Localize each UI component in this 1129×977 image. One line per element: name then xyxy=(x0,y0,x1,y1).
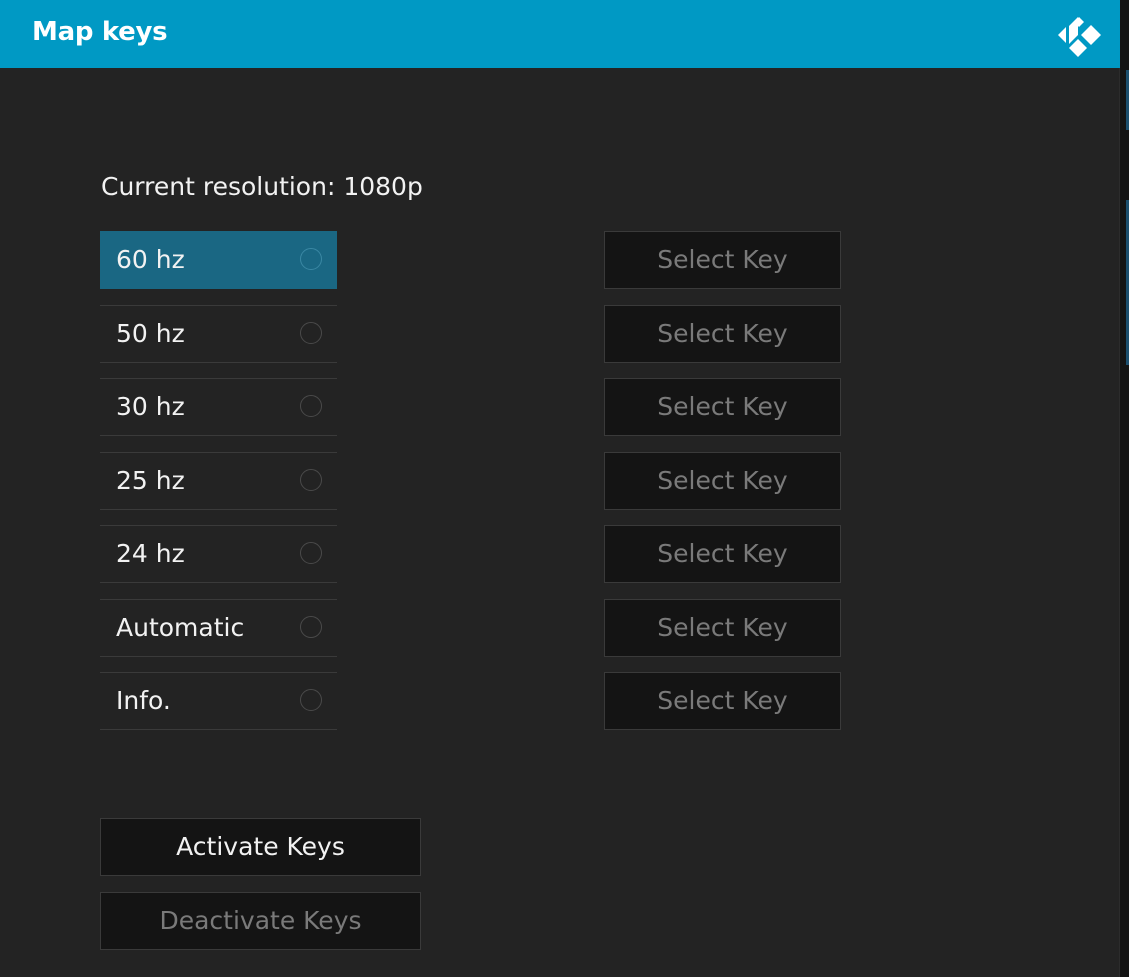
radio-circle-icon[interactable] xyxy=(300,468,322,491)
select-key-button[interactable]: Select Key xyxy=(604,598,841,657)
select-key-button[interactable]: Select Key xyxy=(604,451,841,510)
radio-circle-icon[interactable] xyxy=(300,615,322,638)
refresh-rate-label: 25 hz xyxy=(116,465,185,495)
dialog-title: Map keys xyxy=(32,17,168,47)
kodi-logo-icon xyxy=(1058,17,1101,57)
current-resolution-label: Current resolution: 1080p xyxy=(101,172,423,201)
refresh-rate-label: 30 hz xyxy=(116,392,185,421)
select-key-button[interactable]: Select Key xyxy=(604,525,841,583)
refresh-rate-option[interactable]: 24 hz xyxy=(100,525,337,583)
refresh-rate-option[interactable]: 50 hz xyxy=(100,304,337,363)
radio-circle-icon[interactable] xyxy=(300,321,322,344)
deactivate-keys-button[interactable]: Deactivate Keys xyxy=(100,892,421,950)
dialog-header: Map keys xyxy=(0,0,1120,68)
activate-keys-button[interactable]: Activate Keys xyxy=(100,818,421,876)
refresh-rate-label: 24 hz xyxy=(116,539,185,568)
select-key-button[interactable]: Select Key xyxy=(604,672,841,730)
refresh-rate-option[interactable]: Info. xyxy=(100,672,337,730)
radio-circle-icon[interactable] xyxy=(300,542,322,564)
select-key-button[interactable]: Select Key xyxy=(604,231,841,289)
select-key-button[interactable]: Select Key xyxy=(604,378,841,436)
refresh-rate-option[interactable]: 30 hz xyxy=(100,378,337,436)
refresh-rate-label: Info. xyxy=(116,686,171,715)
refresh-rate-option[interactable]: Automatic xyxy=(100,598,337,657)
radio-circle-icon[interactable] xyxy=(300,689,322,711)
radio-circle-icon[interactable] xyxy=(300,395,322,417)
refresh-rate-option[interactable]: 25 hz xyxy=(100,451,337,510)
refresh-rate-label: Automatic xyxy=(116,612,245,642)
map-keys-dialog: Map keys Current resolution: 1080p 60 hz… xyxy=(0,0,1120,977)
radio-circle-icon[interactable] xyxy=(300,248,322,270)
select-key-button[interactable]: Select Key xyxy=(604,304,841,363)
refresh-rate-label: 50 hz xyxy=(116,318,185,348)
refresh-rate-label: 60 hz xyxy=(116,245,185,274)
refresh-rate-option[interactable]: 60 hz xyxy=(100,231,337,289)
